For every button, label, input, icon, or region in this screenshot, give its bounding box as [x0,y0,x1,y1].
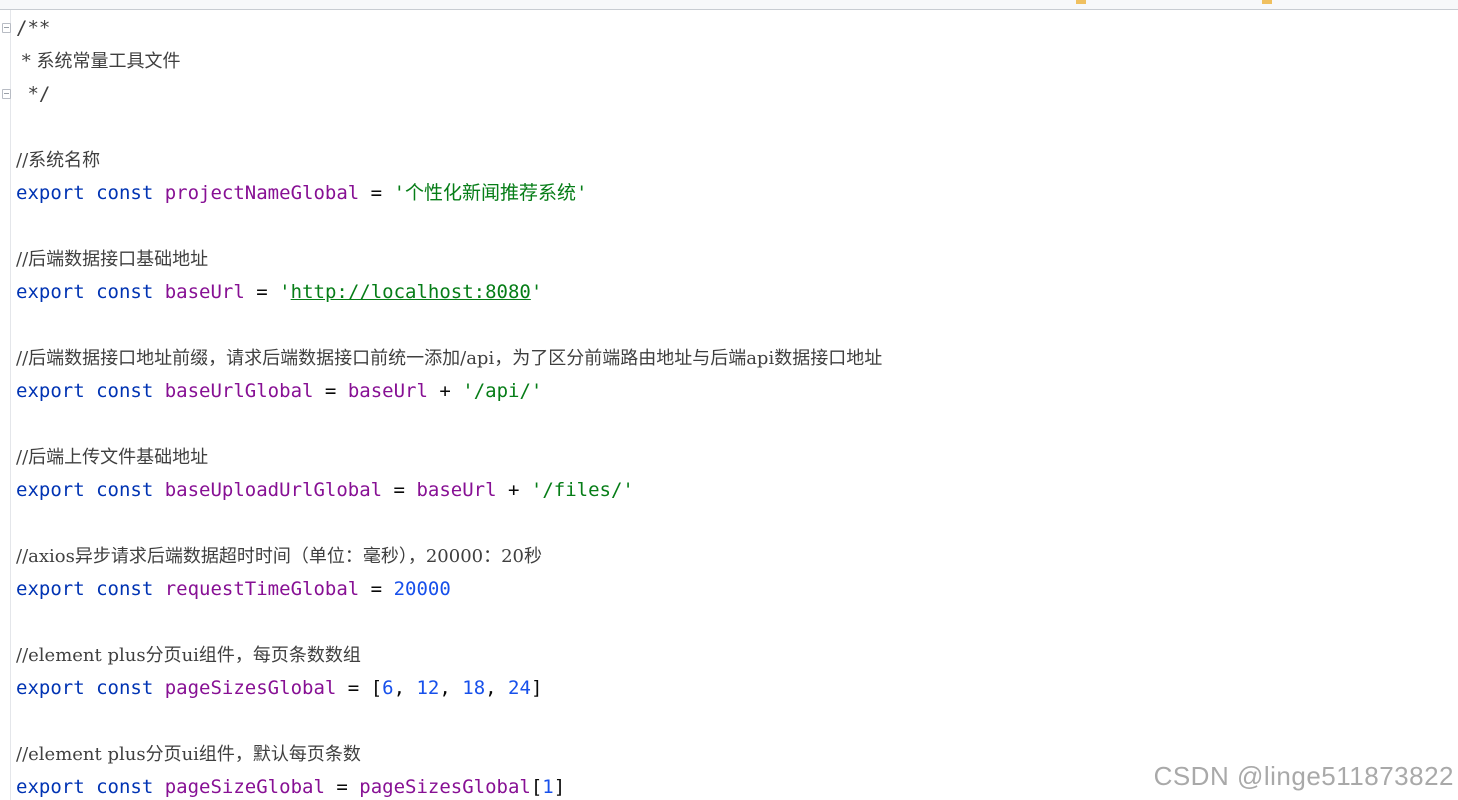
operator: = [336,776,348,798]
keyword: export const [16,776,154,798]
code-line: export const requestTimeGlobal = 20000 [16,573,1458,606]
constant-name: requestTimeGlobal [164,578,360,600]
comment-text: //element plus分页ui组件，默认每页条数 [16,744,361,765]
operator: = [256,281,268,303]
doc-comment-text: * 系统常量工具文件 [16,45,1458,78]
comment-line: //element plus分页ui组件，每页条数数组 [16,639,1458,672]
constant-name: projectNameGlobal [164,182,360,204]
keyword: export const [16,281,154,303]
comment-text: //后端上传文件基础地址 [16,447,209,468]
comment-text: //axios异步请求后端数据超时时间（单位：毫秒），20000：20秒 [16,546,543,567]
watermark: CSDN @linge511873822 [1153,761,1454,791]
code-line: export const projectNameGlobal = '个性化新闻推… [16,177,1458,210]
constant-name: baseUrl [164,281,245,303]
array-number: 12 [416,677,440,699]
operator: + [439,380,451,402]
operator: = [370,182,383,204]
url-link[interactable]: http://localhost:8080 [291,281,531,303]
keyword: export const [16,677,154,699]
operator: = [324,380,337,402]
string-quote: ' [279,281,291,303]
keyword: export const [16,182,154,204]
constant-name: pageSizesGlobal [164,677,337,699]
comment-line: //系统名称 [16,144,1458,177]
comment-line: //后端数据接口地址前缀，请求后端数据接口前统一添加/api，为了区分前端路由地… [16,342,1458,375]
comment-text: //element plus分页ui组件，每页条数数组 [16,645,361,666]
comma: , [439,677,463,699]
number-value: 20000 [393,578,451,600]
comma: , [485,677,509,699]
doc-comment-close: */ [16,83,51,105]
code-line: export const baseUrl = 'http://localhost… [16,276,1458,309]
comment-text: //后端数据接口基础地址 [16,249,209,270]
comment-text: //系统名称 [16,150,101,171]
bracket-open: [ [370,677,383,699]
code-editor[interactable]: /** * 系统常量工具文件 */ //系统名称 export const pr… [0,0,1458,800]
constant-name: baseUrlGlobal [164,380,314,402]
comment-line: //axios异步请求后端数据超时时间（单位：毫秒），20000：20秒 [16,540,1458,573]
string-value: '/api/' [462,380,543,402]
operator: = [347,677,360,699]
tab-marker-icon [1076,0,1086,4]
editor-tab-strip [0,0,1458,10]
constant-name: baseUploadUrlGlobal [164,479,383,501]
keyword: export const [16,479,154,501]
string-value: '/files/' [530,479,634,501]
operator: + [507,479,520,501]
bracket-open: [ [530,776,543,798]
array-number: 24 [508,677,531,699]
comment-line: //后端数据接口基础地址 [16,243,1458,276]
doc-comment-body: * 系统常量工具文件 [16,51,181,72]
code-line: export const baseUrlGlobal = baseUrl + '… [16,375,1458,408]
reference-name: pageSizesGlobal [359,776,531,798]
array-number: 18 [462,677,486,699]
operator: = [370,578,383,600]
comma: , [393,677,417,699]
constant-name: pageSizeGlobal [164,776,325,798]
operator: = [393,479,405,501]
index-number: 1 [542,776,554,798]
code-area[interactable]: /** * 系统常量工具文件 */ //系统名称 export const pr… [16,12,1458,800]
editor-gutter [0,10,11,800]
code-line: export const pageSizesGlobal = [6, 12, 1… [16,672,1458,705]
string-quote: ' [530,281,543,303]
reference-name: baseUrl [347,380,428,402]
fold-collapse-icon[interactable] [2,23,11,33]
doc-comment-open: /** [16,17,51,39]
comment-text: //后端数据接口地址前缀，请求后端数据接口前统一添加/api，为了区分前端路由地… [16,348,883,369]
code-line: export const baseUploadUrlGlobal = baseU… [16,474,1458,507]
comment-line: //后端上传文件基础地址 [16,441,1458,474]
array-number: 6 [382,677,394,699]
bracket-close: ] [553,776,566,798]
reference-name: baseUrl [416,479,497,501]
string-value: '个性化新闻推荐系统' [393,182,588,204]
keyword: export const [16,578,154,600]
bracket-close: ] [530,677,543,699]
fold-end-icon[interactable] [2,89,11,99]
keyword: export const [16,380,154,402]
tab-marker-icon [1262,0,1272,4]
